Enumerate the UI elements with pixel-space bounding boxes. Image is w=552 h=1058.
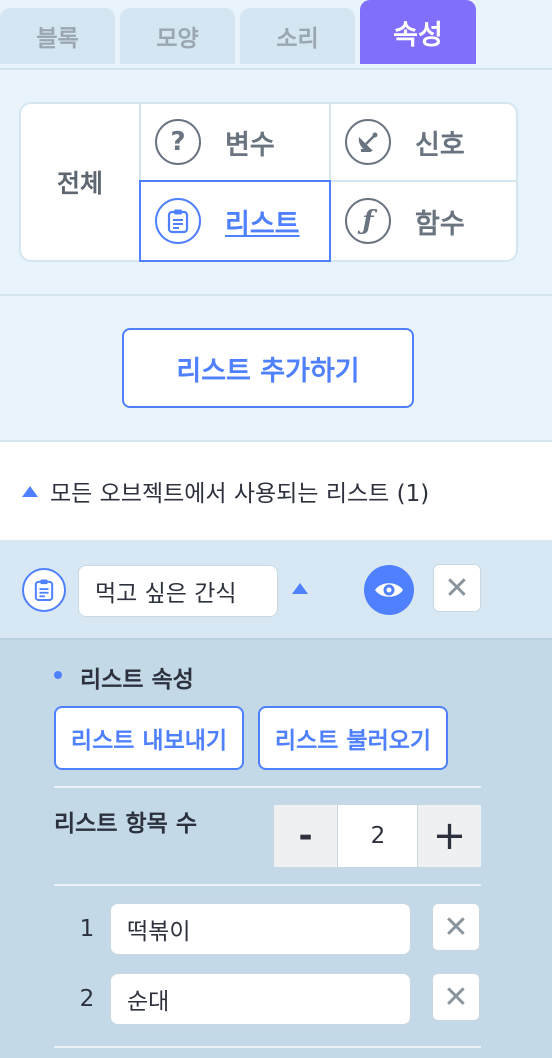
category-variable-label: 변수	[225, 129, 275, 161]
list-name-input[interactable]: 먹고 싶은 간식	[78, 565, 278, 617]
category-list-label: 리스트	[225, 208, 300, 240]
list-item-input[interactable]: 순대	[110, 973, 411, 1025]
eye-icon	[375, 583, 403, 597]
count-value[interactable]: 2	[338, 805, 418, 867]
list-clipboard-icon	[22, 568, 66, 612]
list-props-title: 리스트 속성	[80, 667, 194, 693]
tab-sounds-label: 소리	[276, 26, 319, 52]
tab-properties-label: 속성	[393, 19, 443, 51]
list-item-number: 1	[79, 916, 95, 942]
tab-properties[interactable]: 속성	[360, 0, 476, 64]
divider	[0, 294, 552, 296]
clipboard-icon	[155, 198, 201, 244]
import-list-button[interactable]: 리스트 불러오기	[258, 706, 448, 770]
tab-blocks-label: 블록	[36, 26, 79, 52]
list-item-value: 순대	[127, 989, 170, 1015]
export-list-button[interactable]: 리스트 내보내기	[54, 706, 244, 770]
tab-shapes-label: 모양	[156, 26, 199, 52]
list-name-value: 먹고 싶은 간식	[95, 581, 237, 607]
minus-icon: -	[298, 816, 313, 856]
category-function[interactable]: ƒ 함수	[331, 182, 516, 260]
visibility-toggle[interactable]	[364, 565, 414, 615]
plus-icon: +	[432, 813, 467, 859]
add-list-label: 리스트 추가하기	[176, 355, 360, 387]
question-icon: ?	[155, 119, 201, 165]
satellite-dish-icon	[345, 119, 391, 165]
close-icon: ✕	[444, 570, 470, 606]
tab-shapes[interactable]: 모양	[120, 8, 235, 64]
list-item-input[interactable]: 떡볶이	[110, 903, 411, 955]
delete-item-button[interactable]: ✕	[432, 973, 480, 1021]
delete-list-button[interactable]: ✕	[433, 564, 481, 612]
tab-blocks[interactable]: 블록	[0, 8, 115, 64]
close-icon: ✕	[443, 909, 469, 945]
category-signal[interactable]: 신호	[331, 104, 516, 180]
collapse-triangle-icon[interactable]	[292, 583, 308, 594]
delete-item-button[interactable]: ✕	[432, 903, 480, 951]
bullet-icon	[54, 671, 62, 679]
decrement-button[interactable]: -	[274, 805, 338, 867]
category-list[interactable]: 리스트	[139, 180, 331, 262]
close-icon: ✕	[443, 979, 469, 1015]
collapse-triangle-icon	[22, 485, 38, 497]
list-section-header[interactable]: 모든 오브젝트에서 사용되는 리스트 (1)	[0, 442, 552, 540]
list-count-stepper: - 2 +	[273, 804, 481, 868]
list-item-value: 떡볶이	[127, 919, 191, 945]
tab-sounds[interactable]: 소리	[240, 8, 355, 64]
category-signal-label: 신호	[415, 129, 465, 161]
category-all-label: 전체	[56, 169, 103, 198]
divider	[54, 786, 481, 788]
section-title: 모든 오브젝트에서 사용되는 리스트 (1)	[50, 481, 430, 507]
add-list-button[interactable]: 리스트 추가하기	[122, 328, 414, 408]
category-function-label: 함수	[415, 208, 465, 240]
divider	[54, 884, 481, 886]
divider	[54, 1046, 481, 1048]
list-count-label: 리스트 항목 수	[54, 811, 197, 837]
increment-button[interactable]: +	[417, 805, 481, 867]
category-all[interactable]: 전체	[21, 104, 139, 260]
import-list-label: 리스트 불러오기	[274, 728, 432, 754]
export-list-label: 리스트 내보내기	[70, 728, 228, 754]
list-item-number: 2	[79, 986, 95, 1012]
category-variable[interactable]: ? 변수	[141, 104, 329, 180]
function-icon: ƒ	[345, 198, 391, 244]
